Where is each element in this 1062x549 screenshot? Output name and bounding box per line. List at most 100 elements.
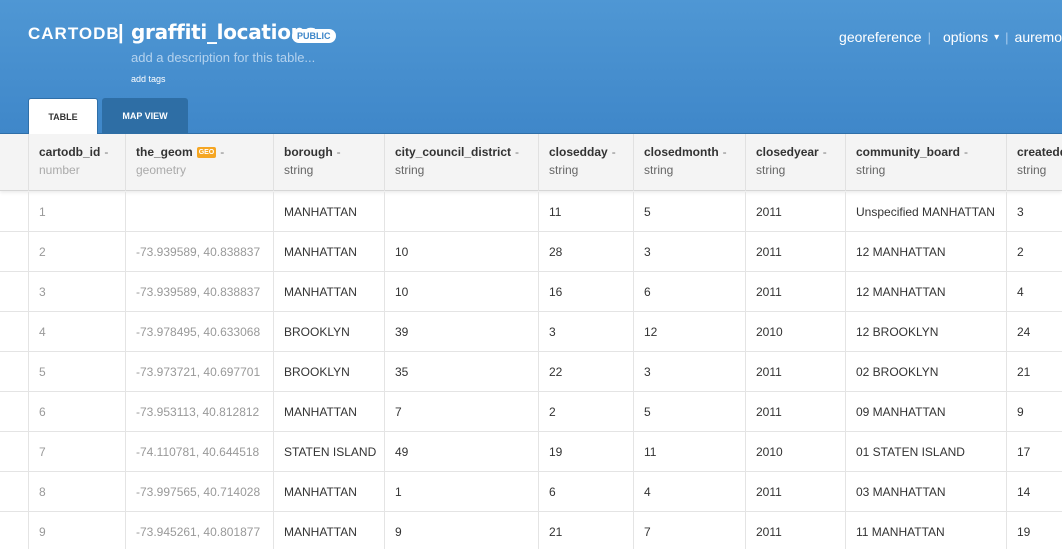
cell-the_geom[interactable]: -73.945261, 40.801877 xyxy=(125,512,274,549)
cell-borough[interactable]: MANHATTAN xyxy=(273,512,385,549)
column-header-city_council_district[interactable]: city_council_district - string xyxy=(384,134,539,191)
cell-cartodb_id[interactable]: 9 xyxy=(28,512,126,549)
column-header-cartodb_id[interactable]: cartodb_id - number xyxy=(28,134,126,191)
cell-the_geom[interactable]: -73.978495, 40.633068 xyxy=(125,312,274,352)
cell-closedmonth[interactable]: 7 xyxy=(633,512,746,549)
table-description[interactable]: add a description for this table... xyxy=(131,50,315,65)
column-name[interactable]: the_geom xyxy=(136,145,193,159)
cell-closedday[interactable]: 21 xyxy=(538,512,634,549)
cell-cartodb_id[interactable]: 4 xyxy=(28,312,126,352)
cell-borough[interactable]: MANHATTAN xyxy=(273,192,385,232)
column-name[interactable]: cartodb_id xyxy=(39,145,100,159)
column-options-icon[interactable]: - xyxy=(515,145,519,159)
cell-closedmonth[interactable]: 11 xyxy=(633,432,746,472)
cell-closedday[interactable]: 2 xyxy=(538,392,634,432)
cell-closedmonth[interactable]: 5 xyxy=(633,192,746,232)
column-options-icon[interactable]: - xyxy=(220,145,224,159)
cell-cartodb_id[interactable]: 5 xyxy=(28,352,126,392)
cell-closedday[interactable]: 28 xyxy=(538,232,634,272)
cell-created[interactable]: 14 xyxy=(1006,472,1062,512)
cell-closedmonth[interactable]: 3 xyxy=(633,352,746,392)
cell-borough[interactable]: MANHATTAN xyxy=(273,472,385,512)
column-name[interactable]: closedyear xyxy=(756,145,819,159)
cell-cartodb_id[interactable]: 6 xyxy=(28,392,126,432)
column-options-icon[interactable]: - xyxy=(823,145,827,159)
cell-created[interactable]: 3 xyxy=(1006,192,1062,232)
cell-community_board[interactable]: 03 MANHATTAN xyxy=(845,472,1007,512)
cell-the_geom[interactable]: -73.953113, 40.812812 xyxy=(125,392,274,432)
column-name[interactable]: closedday xyxy=(549,145,608,159)
user-menu[interactable]: auremo xyxy=(1015,29,1062,45)
cell-city_council_district[interactable]: 10 xyxy=(384,272,539,312)
cell-city_council_district[interactable]: 35 xyxy=(384,352,539,392)
cell-community_board[interactable]: 09 MANHATTAN xyxy=(845,392,1007,432)
cell-community_board[interactable]: 12 MANHATTAN xyxy=(845,272,1007,312)
cell-created[interactable]: 21 xyxy=(1006,352,1062,392)
cell-closedyear[interactable]: 2011 xyxy=(745,272,846,312)
column-options-icon[interactable]: - xyxy=(337,145,341,159)
cell-closedday[interactable]: 6 xyxy=(538,472,634,512)
column-options-icon[interactable]: - xyxy=(104,145,108,159)
cell-closedyear[interactable]: 2011 xyxy=(745,392,846,432)
cell-created[interactable]: 24 xyxy=(1006,312,1062,352)
cell-closedmonth[interactable]: 6 xyxy=(633,272,746,312)
column-name[interactable]: closedmonth xyxy=(644,145,719,159)
column-header-closedmonth[interactable]: closedmonth - string xyxy=(633,134,746,191)
privacy-badge[interactable]: PUBLIC xyxy=(292,29,336,43)
cell-the_geom[interactable]: -74.110781, 40.644518 xyxy=(125,432,274,472)
cell-cartodb_id[interactable]: 8 xyxy=(28,472,126,512)
cell-closedyear[interactable]: 2011 xyxy=(745,512,846,549)
column-header-the_geom[interactable]: the_geom GEO - geometry xyxy=(125,134,274,191)
cell-city_council_district[interactable]: 9 xyxy=(384,512,539,549)
cell-created[interactable]: 9 xyxy=(1006,392,1062,432)
cell-community_board[interactable]: 11 MANHATTAN xyxy=(845,512,1007,549)
cell-the_geom[interactable] xyxy=(125,192,274,232)
column-header-borough[interactable]: borough - string xyxy=(273,134,385,191)
column-header-community_board[interactable]: community_board - string xyxy=(845,134,1007,191)
table-title[interactable]: graffiti_locations xyxy=(131,20,317,44)
cell-city_council_district[interactable]: 49 xyxy=(384,432,539,472)
cell-created[interactable]: 17 xyxy=(1006,432,1062,472)
column-name[interactable]: city_council_district xyxy=(395,145,511,159)
cell-created[interactable]: 4 xyxy=(1006,272,1062,312)
cell-borough[interactable]: STATEN ISLAND xyxy=(273,432,385,472)
options-dropdown-icon[interactable]: ▾ xyxy=(994,32,999,43)
cell-created[interactable]: 2 xyxy=(1006,232,1062,272)
cell-cartodb_id[interactable]: 2 xyxy=(28,232,126,272)
cell-closedyear[interactable]: 2011 xyxy=(745,472,846,512)
cell-borough[interactable]: MANHATTAN xyxy=(273,392,385,432)
georeference-link[interactable]: georeference xyxy=(839,29,922,45)
cell-the_geom[interactable]: -73.997565, 40.714028 xyxy=(125,472,274,512)
cell-created[interactable]: 19 xyxy=(1006,512,1062,549)
column-options-icon[interactable]: - xyxy=(612,145,616,159)
cell-borough[interactable]: MANHATTAN xyxy=(273,272,385,312)
cell-community_board[interactable]: 02 BROOKLYN xyxy=(845,352,1007,392)
cell-closedyear[interactable]: 2010 xyxy=(745,432,846,472)
cell-closedyear[interactable]: 2010 xyxy=(745,312,846,352)
column-header-closedyear[interactable]: closedyear - string xyxy=(745,134,846,191)
cell-closedyear[interactable]: 2011 xyxy=(745,232,846,272)
cell-closedday[interactable]: 19 xyxy=(538,432,634,472)
cell-cartodb_id[interactable]: 1 xyxy=(28,192,126,232)
cell-borough[interactable]: BROOKLYN xyxy=(273,352,385,392)
cell-community_board[interactable]: 12 BROOKLYN xyxy=(845,312,1007,352)
cell-closedday[interactable]: 22 xyxy=(538,352,634,392)
cell-city_council_district[interactable]: 7 xyxy=(384,392,539,432)
column-options-icon[interactable]: - xyxy=(964,145,968,159)
cartodb-logo[interactable]: CARTODB xyxy=(28,24,120,44)
cell-the_geom[interactable]: -73.939589, 40.838837 xyxy=(125,232,274,272)
cell-the_geom[interactable]: -73.973721, 40.697701 xyxy=(125,352,274,392)
cell-cartodb_id[interactable]: 3 xyxy=(28,272,126,312)
cell-borough[interactable]: MANHATTAN xyxy=(273,232,385,272)
column-header-closedday[interactable]: closedday - string xyxy=(538,134,634,191)
cell-borough[interactable]: BROOKLYN xyxy=(273,312,385,352)
cell-closedday[interactable]: 11 xyxy=(538,192,634,232)
cell-closedmonth[interactable]: 12 xyxy=(633,312,746,352)
tab-table[interactable]: TABLE xyxy=(28,98,98,134)
cell-closedday[interactable]: 3 xyxy=(538,312,634,352)
cell-community_board[interactable]: 01 STATEN ISLAND xyxy=(845,432,1007,472)
cell-closedmonth[interactable]: 5 xyxy=(633,392,746,432)
cell-the_geom[interactable]: -73.939589, 40.838837 xyxy=(125,272,274,312)
column-name[interactable]: community_board xyxy=(856,145,960,159)
column-name[interactable]: createdd xyxy=(1017,145,1062,159)
